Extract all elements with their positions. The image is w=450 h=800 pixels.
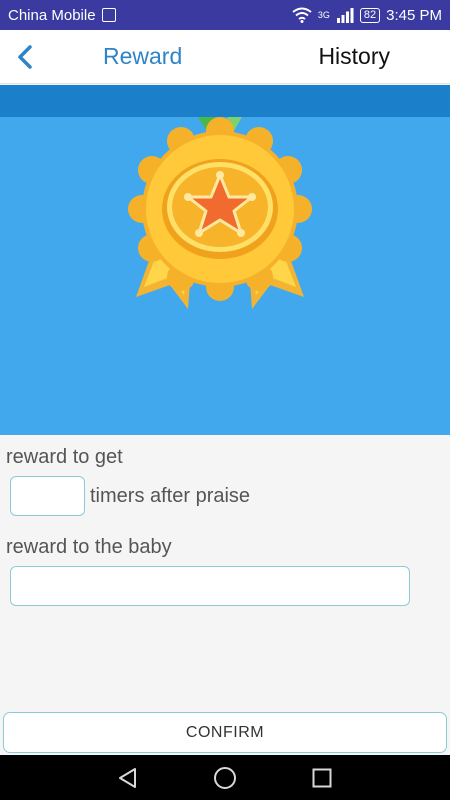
reward-baby-label: reward to the baby <box>6 536 172 558</box>
confirm-button[interactable]: CONFIRM <box>3 712 447 753</box>
nav-recents-icon <box>312 768 332 787</box>
network-type: 3G <box>317 10 330 20</box>
nav-back-button[interactable] <box>108 758 148 798</box>
times-suffix-label: timers after praise <box>90 485 251 507</box>
reward-to-get-label: reward to get <box>6 446 123 468</box>
status-bar: China Mobile 3G 82 3:45 PM <box>0 0 450 30</box>
history-link[interactable]: History <box>318 43 390 70</box>
notification-icon <box>101 8 116 22</box>
medal-icon <box>128 117 312 309</box>
wifi-icon <box>292 7 312 23</box>
reward-baby-input[interactable] <box>10 566 410 606</box>
status-right: 3G 82 3:45 PM <box>292 7 442 24</box>
status-left: China Mobile <box>8 7 116 24</box>
carrier-name: China Mobile <box>8 6 96 24</box>
signal-icon <box>336 8 354 23</box>
back-arrow-icon <box>18 44 32 69</box>
nav-home-icon <box>213 766 236 789</box>
nav-home-button[interactable] <box>205 758 245 798</box>
nav-recents-button[interactable] <box>302 758 342 798</box>
back-button[interactable] <box>0 30 50 84</box>
banner-strip <box>0 85 450 117</box>
app-header: Reward History <box>0 30 450 84</box>
system-nav-bar <box>0 755 450 800</box>
battery-indicator: 82 <box>359 7 381 23</box>
praise-times-input[interactable] <box>10 476 85 516</box>
nav-back-icon <box>119 767 137 788</box>
clock: 3:45 PM <box>386 6 442 24</box>
page-title: Reward <box>103 43 183 69</box>
